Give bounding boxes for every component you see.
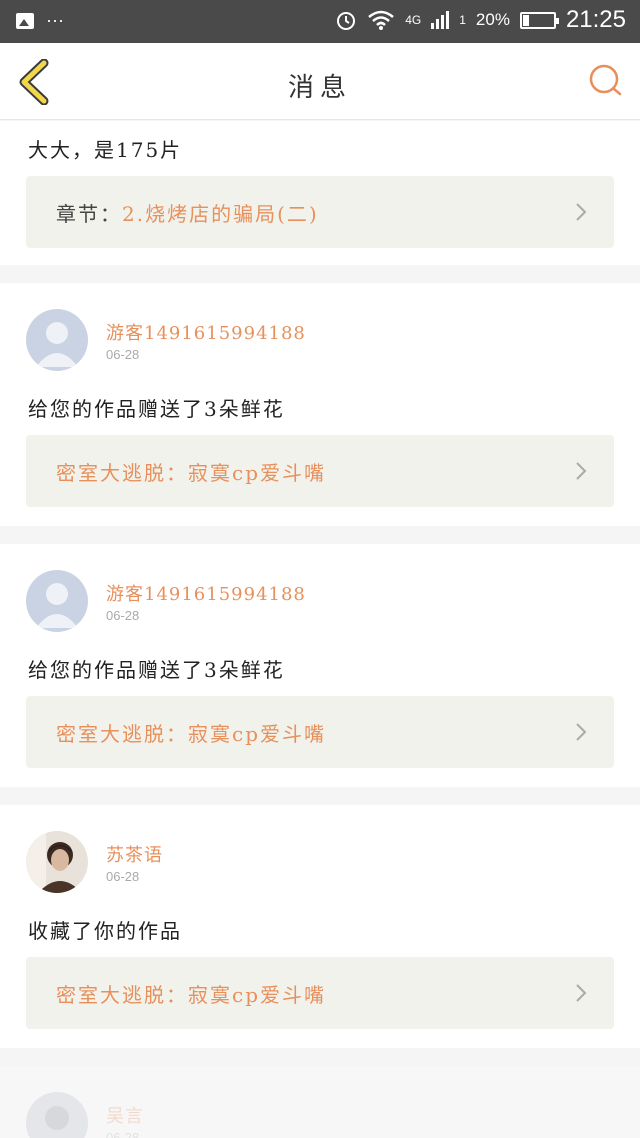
default-avatar-icon bbox=[26, 570, 88, 632]
avatar[interactable] bbox=[26, 309, 88, 371]
message-date: 06-28 bbox=[106, 869, 140, 884]
chevron-right-icon bbox=[576, 984, 587, 1002]
username[interactable]: 吴言 bbox=[106, 1102, 144, 1128]
work-link[interactable]: 密室大逃脱：寂寞cp爱斗嘴 bbox=[26, 957, 614, 1029]
message-card: 苏茶语 06-28 收藏了你的作品 密室大逃脱：寂寞cp爱斗嘴 bbox=[0, 805, 640, 1048]
message-text: 给您的作品赠送了3朵鲜花 bbox=[28, 397, 285, 421]
work-link[interactable]: 密室大逃脱：寂寞cp爱斗嘴 bbox=[26, 696, 614, 768]
signal-sub: 1 bbox=[459, 13, 466, 27]
battery-icon bbox=[519, 11, 559, 29]
battery-percent: 20% bbox=[475, 10, 510, 29]
chevron-right-icon bbox=[576, 462, 587, 480]
message-card: 游客1491615994188 06-28 给您的作品赠送了3朵鲜花 密室大逃脱… bbox=[0, 544, 640, 787]
work-link[interactable]: 密室大逃脱：寂寞cp爱斗嘴 bbox=[26, 435, 614, 507]
message-list[interactable]: 大大，是175片 章节：2.烧烤店的骗局(二) 游客1491615994188 … bbox=[0, 121, 640, 1138]
username[interactable]: 游客1491615994188 bbox=[106, 580, 306, 606]
message-date: 06-28 bbox=[106, 347, 140, 362]
alarm-icon bbox=[337, 12, 356, 30]
message-date: 06-28 bbox=[106, 1130, 140, 1138]
message-card: 吴言 06-28 bbox=[0, 1066, 640, 1138]
link-prefix: 章节： bbox=[56, 202, 122, 226]
chevron-right-icon bbox=[576, 203, 587, 221]
gallery-notification-icon bbox=[16, 12, 34, 29]
app-header: 消息 bbox=[0, 43, 640, 120]
link-label: 密室大逃脱：寂寞cp爱斗嘴 bbox=[56, 722, 327, 746]
wifi-icon bbox=[368, 10, 395, 30]
message-card: 游客1491615994188 06-28 给您的作品赠送了3朵鲜花 密室大逃脱… bbox=[0, 283, 640, 526]
message-card: 大大，是175片 章节：2.烧烤店的骗局(二) bbox=[0, 121, 640, 265]
link-label: 2.烧烤店的骗局(二) bbox=[122, 202, 319, 226]
default-avatar-icon bbox=[26, 309, 88, 371]
chevron-right-icon bbox=[576, 723, 587, 741]
username[interactable]: 游客1491615994188 bbox=[106, 319, 306, 345]
page-title: 消息 bbox=[287, 73, 352, 103]
clock: 21:25 bbox=[565, 6, 626, 33]
message-text: 给您的作品赠送了3朵鲜花 bbox=[28, 658, 285, 682]
signal-icon bbox=[431, 11, 450, 29]
user-photo-avatar bbox=[26, 1092, 88, 1138]
avatar[interactable] bbox=[26, 831, 88, 893]
message-text: 大大，是175片 bbox=[28, 138, 183, 162]
search-icon[interactable] bbox=[588, 63, 622, 97]
avatar[interactable] bbox=[26, 1092, 88, 1138]
status-bar: ··· 4G 1 20% 21:25 bbox=[0, 0, 640, 43]
network-type: 4G bbox=[405, 13, 422, 27]
avatar[interactable] bbox=[26, 570, 88, 632]
more-notifications-indicator: ··· bbox=[46, 10, 64, 30]
message-date: 06-28 bbox=[106, 608, 140, 623]
link-label: 密室大逃脱：寂寞cp爱斗嘴 bbox=[56, 461, 327, 485]
username[interactable]: 苏茶语 bbox=[106, 841, 163, 867]
user-photo-avatar bbox=[26, 831, 88, 893]
chapter-link[interactable]: 章节：2.烧烤店的骗局(二) bbox=[26, 176, 614, 248]
message-text: 收藏了你的作品 bbox=[28, 919, 182, 943]
link-label: 密室大逃脱：寂寞cp爱斗嘴 bbox=[56, 983, 327, 1007]
